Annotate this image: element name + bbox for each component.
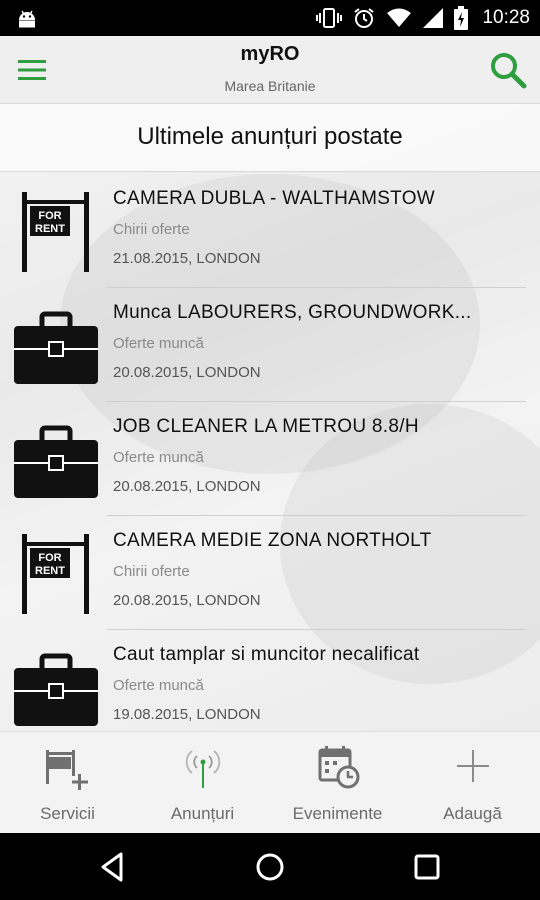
battery-icon	[454, 6, 469, 30]
listing-date: 20.08.2015, LONDON	[113, 478, 261, 495]
briefcase-icon	[14, 311, 98, 384]
listings-content[interactable]: Ultimele anunțuri postate FOR RENT CAMER…	[0, 104, 540, 731]
for-rent-sign-icon: FOR RENT	[22, 534, 89, 614]
listing-category: Oferte muncă	[113, 335, 204, 352]
for-rent-sign-icon: FOR RENT	[22, 192, 89, 272]
listing-title: CAMERA DUBLA - WALTHAMSTOW	[113, 188, 436, 209]
plus-icon	[456, 750, 489, 782]
briefcase-icon	[14, 425, 98, 498]
sign-text: RENT	[35, 565, 65, 577]
list-item[interactable]: JOB CLEANER LA METROU 8.8/H Oferte muncă…	[0, 402, 540, 516]
nav-item-adauga[interactable]: Adaugă	[405, 732, 540, 833]
listing-title: JOB CLEANER LA METROU 8.8/H	[113, 416, 419, 437]
nav-item-evenimente[interactable]: Evenimente	[270, 732, 405, 833]
listing-category: Chirii oferte	[113, 221, 190, 238]
bottom-nav: Servicii Anunțuri Evenimente Adaugă	[0, 731, 540, 833]
system-navigation-bar	[0, 833, 540, 900]
listing-category: Oferte muncă	[113, 449, 204, 466]
wifi-icon	[387, 8, 412, 27]
home-icon[interactable]	[253, 850, 287, 884]
back-icon[interactable]	[96, 850, 130, 884]
listing-title: CAMERA MEDIE ZONA NORTHOLT	[113, 530, 432, 551]
signal-icon	[423, 8, 444, 28]
sign-text: FOR	[38, 552, 61, 564]
recent-apps-icon[interactable]	[410, 850, 444, 884]
nav-label: Servicii	[40, 804, 95, 823]
listing-category: Chirii oferte	[113, 563, 190, 580]
list-item[interactable]: FOR RENT CAMERA MEDIE ZONA NORTHOLT Chir…	[0, 516, 540, 630]
listing-date: 20.08.2015, LONDON	[113, 364, 261, 381]
briefcase-icon	[14, 653, 98, 726]
vibrate-icon	[316, 8, 343, 28]
listing-date: 20.08.2015, LONDON	[113, 592, 261, 609]
antenna-icon	[185, 750, 220, 788]
sign-text: FOR	[38, 210, 61, 222]
status-time: 10:28	[482, 7, 530, 28]
nav-label: Anunțuri	[170, 804, 235, 823]
status-bar: 10:28	[0, 0, 540, 36]
listing-title: Caut tamplar si muncitor necalificat	[113, 644, 420, 665]
list-item[interactable]: Munca LABOURERS, GROUNDWORK... Oferte mu…	[0, 288, 540, 402]
list-item[interactable]: Caut tamplar si muncitor necalificat Ofe…	[0, 630, 540, 731]
sign-add-icon	[45, 750, 88, 790]
app-title: myRO	[240, 43, 300, 65]
listing-date: 19.08.2015, LONDON	[113, 706, 261, 723]
alarm-icon	[354, 8, 375, 28]
calendar-clock-icon	[318, 746, 359, 789]
nav-label: Evenimente	[292, 804, 383, 823]
nav-label: Adaugă	[443, 804, 502, 823]
listing-title: Munca LABOURERS, GROUNDWORK...	[113, 302, 472, 323]
listing-category: Oferte muncă	[113, 677, 204, 694]
nav-item-servicii[interactable]: Servicii	[0, 732, 135, 833]
list-item[interactable]: FOR RENT CAMERA DUBLA - WALTHAMSTOW Chir…	[0, 174, 540, 288]
section-title: Ultimele anunțuri postate	[0, 104, 540, 172]
listing-date: 21.08.2015, LONDON	[113, 250, 261, 267]
app-bar: myRO Marea Britanie	[0, 36, 540, 104]
app-subtitle[interactable]: Marea Britanie	[0, 78, 540, 94]
android-icon	[19, 10, 35, 28]
sign-text: RENT	[35, 223, 65, 235]
nav-item-anunturi[interactable]: Anunțuri	[135, 732, 270, 833]
search-icon[interactable]	[488, 50, 528, 90]
